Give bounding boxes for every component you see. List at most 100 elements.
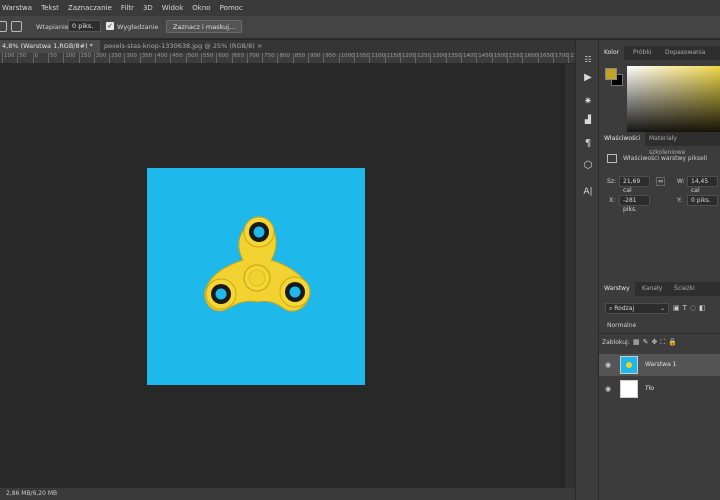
history-icon[interactable]: ☷ xyxy=(582,54,594,66)
layer-filter-kind[interactable]: ⌕ Rodzaj ⌄ xyxy=(605,303,669,314)
menu-3d[interactable]: 3D xyxy=(143,4,153,12)
ruler-tick xyxy=(384,53,386,63)
ruler-tick-label: 650 xyxy=(233,53,245,59)
ruler-tick xyxy=(568,53,570,63)
link-dimensions-icon[interactable]: ⇔ xyxy=(656,177,666,186)
new-selection-icon[interactable] xyxy=(0,21,7,32)
character-icon[interactable]: A| xyxy=(582,186,594,198)
blend-mode-select[interactable]: Normalne xyxy=(607,322,636,329)
menu-okno[interactable]: Okno xyxy=(192,4,210,12)
width-label: Sz: xyxy=(607,178,616,185)
ruler-tick-label: 600 xyxy=(218,53,229,59)
ruler-tick-label: 350 xyxy=(141,53,153,59)
ruler-tick-label: 1650 xyxy=(539,53,554,59)
ruler-tick xyxy=(216,53,218,63)
layer-row-warstwa-1[interactable]: ◉ Warstwa 1 xyxy=(599,354,720,376)
ruler-tick-label: 950 xyxy=(325,53,336,59)
ruler-tick xyxy=(399,53,401,63)
height-input[interactable]: 14,45 cal xyxy=(687,176,718,194)
ruler-tick xyxy=(262,53,264,63)
close-icon[interactable]: × xyxy=(257,42,262,50)
ruler-tick xyxy=(200,53,202,63)
options-bar: Wtapianie: 0 piks. ✓ Wygładzanie Zaznacz… xyxy=(0,16,720,39)
tab-document-1[interactable]: 4,8% (Warstwa 1,RGB/8#) * × xyxy=(0,40,100,63)
paragraph-icon[interactable]: ¶ xyxy=(582,138,594,150)
tab-kolor[interactable]: Kolor xyxy=(599,46,625,60)
ruler-tick-label: 1700 xyxy=(554,53,569,59)
ruler-tick-label: 550 xyxy=(202,53,214,59)
ruler-tick xyxy=(369,53,371,63)
tab-probki[interactable]: Próbki xyxy=(628,46,656,60)
histogram-icon[interactable]: ▟ xyxy=(582,114,594,126)
document-size: 2,86 MB/6,20 MB xyxy=(6,490,58,497)
layers-panel-tabs: Warstwy Kanały Ścieżki xyxy=(599,282,720,296)
width-input[interactable]: 21,69 cal xyxy=(619,176,650,194)
menu-tekst[interactable]: Tekst xyxy=(41,4,59,12)
ruler-tick xyxy=(78,53,80,63)
ruler-tick xyxy=(246,53,248,63)
vertical-scrollbar[interactable] xyxy=(566,64,575,488)
menu-filtr[interactable]: Filtr xyxy=(121,4,134,12)
ruler-tick-label: 850 xyxy=(294,53,306,59)
brightness-icon[interactable]: ✷ xyxy=(582,96,594,108)
y-input[interactable]: 0 piks. xyxy=(687,195,718,206)
tab-label: pexels-stas-knop-1330638.jpg @ 25% (RGB/… xyxy=(104,42,255,50)
x-input[interactable]: -281 piks. xyxy=(619,195,650,213)
ruler-tick xyxy=(522,53,524,63)
ruler-tick-label: 800 xyxy=(279,53,290,59)
ruler-tick xyxy=(155,53,156,63)
menu-bar: Warstwa Tekst Zaznaczanie Filtr 3D Widok… xyxy=(0,0,720,16)
panel-divider xyxy=(599,333,720,334)
color-picker-field[interactable] xyxy=(627,66,720,138)
height-label: W: xyxy=(677,178,685,185)
menu-pomoc[interactable]: Pomoc xyxy=(220,4,243,12)
layer-thumbnail xyxy=(620,356,638,374)
menu-widok[interactable]: Widok xyxy=(162,4,184,12)
ruler-tick xyxy=(506,53,508,63)
feather-input[interactable]: 0 piks. xyxy=(68,20,101,32)
ruler-tick xyxy=(552,53,554,63)
3d-cube-icon[interactable]: ⬡ xyxy=(582,160,594,172)
eye-icon[interactable]: ◉ xyxy=(605,361,613,369)
tab-document-2[interactable]: pexels-stas-knop-1330638.jpg @ 25% (RGB/… xyxy=(102,40,272,53)
layer-name[interactable]: Tło xyxy=(645,378,654,400)
layer-filter-icons[interactable]: ▣T◌◧ xyxy=(673,304,709,312)
ruler-tick xyxy=(17,53,19,63)
layer-row-tlo[interactable]: ◉ Tło xyxy=(599,378,720,400)
tab-kanaly[interactable]: Kanały xyxy=(637,282,667,296)
tab-wlasciwosci[interactable]: Właściwości xyxy=(599,132,646,146)
ruler-tick xyxy=(445,53,447,63)
ruler-tick-label: 500 xyxy=(187,53,199,59)
tab-dopasowania[interactable]: Dopasowania xyxy=(660,46,710,60)
tab-sciezki[interactable]: Ścieżki xyxy=(669,282,700,296)
foreground-color-swatch[interactable] xyxy=(605,68,617,80)
tab-warstwy[interactable]: Warstwy xyxy=(599,282,635,296)
eye-icon[interactable]: ◉ xyxy=(605,385,613,393)
tab-materialy-szkoleniowe[interactable]: Materiały szkoleniowe xyxy=(644,132,720,156)
select-and-mask-button[interactable]: Zaznacz i maskuj... xyxy=(166,20,243,33)
ruler-tick xyxy=(32,53,34,63)
ruler-tick-label: 1450 xyxy=(478,53,493,59)
menu-warstwa[interactable]: Warstwa xyxy=(2,4,32,12)
document-image[interactable] xyxy=(147,168,365,385)
add-selection-icon[interactable] xyxy=(11,21,22,32)
color-panel-tabs: Kolor Próbki Dopasowania xyxy=(599,46,720,60)
ruler-tick-label: 1050 xyxy=(355,53,370,59)
lock-icons[interactable]: ▦✎✥⛶🔒 xyxy=(633,338,680,347)
layer-name[interactable]: Warstwa 1 xyxy=(645,354,676,376)
ruler-tick xyxy=(231,53,233,63)
layer-kind-value: Rodzaj xyxy=(614,305,635,312)
ruler-tick xyxy=(292,53,294,63)
ruler-tick xyxy=(170,53,172,63)
ruler-tick-label: 1150 xyxy=(386,53,401,59)
ruler-tick-label: 1000 xyxy=(340,53,355,59)
smoothing-checkbox[interactable]: ✓ xyxy=(106,22,114,30)
ruler-tick-label: 400 xyxy=(157,53,168,59)
ruler-tick-label: 1300 xyxy=(432,53,447,59)
right-panels: Kolor Próbki Dopasowania Właściwości Mat… xyxy=(599,40,720,500)
ruler-tick-label: 250 xyxy=(111,53,122,59)
play-icon[interactable]: ▶ xyxy=(582,72,594,84)
menu-zaznaczanie[interactable]: Zaznaczanie xyxy=(68,4,112,12)
ruler-tick-label: 1350 xyxy=(447,53,462,59)
ruler-tick-label: 50 xyxy=(49,53,57,59)
